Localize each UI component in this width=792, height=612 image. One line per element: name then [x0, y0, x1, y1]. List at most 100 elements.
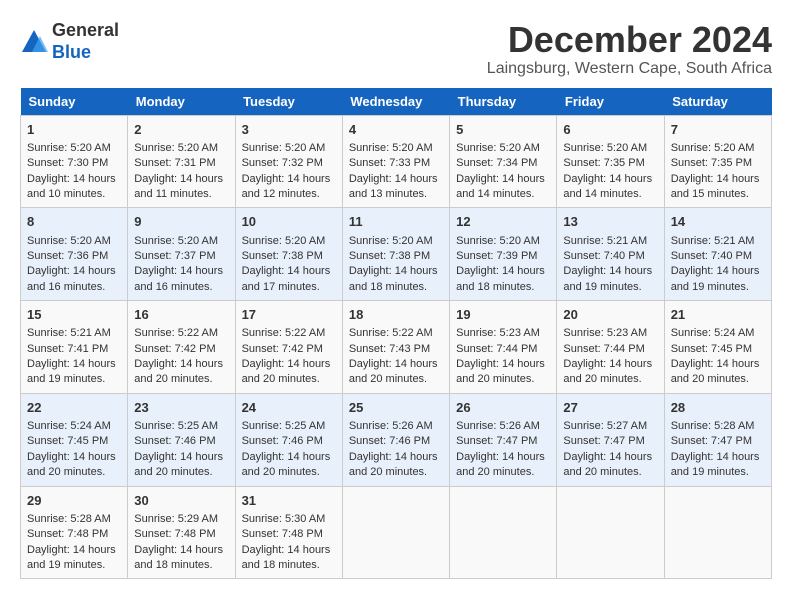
day-info: Sunrise: 5:24 AMSunset: 7:45 PMDaylight:… [671, 327, 760, 385]
day-number: 29 [27, 492, 121, 510]
day-info: Sunrise: 5:23 AMSunset: 7:44 PMDaylight:… [563, 327, 652, 385]
location-title: Laingsburg, Western Cape, South Africa [487, 60, 772, 78]
day-cell-27: 27Sunrise: 5:27 AMSunset: 7:47 PMDayligh… [557, 393, 664, 486]
day-cell-16: 16 Sunrise: 5:22 AMSunset: 7:42 PMDayligh… [128, 301, 235, 394]
day-cell-12: 12Sunrise: 5:20 AMSunset: 7:39 PMDayligh… [450, 208, 557, 301]
day-number: 20 [563, 306, 657, 324]
day-info: Sunrise: 5:21 AMSunset: 7:41 PMDaylight:… [27, 327, 116, 385]
day-number: 15 [27, 306, 121, 324]
logo-blue: Blue [52, 42, 91, 62]
day-cell-20: 20 Sunrise: 5:23 AMSunset: 7:44 PMDayligh… [557, 301, 664, 394]
day-cell-7: 7 Sunrise: 5:20 AMSunset: 7:35 PMDaylight… [664, 115, 771, 208]
week-row-4: 22Sunrise: 5:24 AMSunset: 7:45 PMDayligh… [21, 393, 772, 486]
day-info: Sunrise: 5:20 AMSunset: 7:37 PMDaylight:… [134, 235, 223, 293]
logo: General Blue [20, 20, 119, 63]
day-info: Sunrise: 5:23 AMSunset: 7:44 PMDaylight:… [456, 327, 545, 385]
day-info: Sunrise: 5:28 AMSunset: 7:48 PMDaylight:… [27, 513, 116, 571]
day-number: 16 [134, 306, 228, 324]
header: General Blue December 2024 Laingsburg, W… [20, 20, 772, 78]
day-number: 4 [349, 121, 443, 139]
day-cell-8: 8 Sunrise: 5:20 AMSunset: 7:36 PMDaylight… [21, 208, 128, 301]
day-cell-3: 3Sunrise: 5:20 AMSunset: 7:32 PMDaylight… [235, 115, 342, 208]
day-number: 11 [349, 213, 443, 231]
day-number: 25 [349, 399, 443, 417]
day-info: Sunrise: 5:20 AMSunset: 7:30 PMDaylight:… [27, 142, 116, 200]
day-number: 10 [242, 213, 336, 231]
day-number: 8 [27, 213, 121, 231]
day-info: Sunrise: 5:20 AMSunset: 7:38 PMDaylight:… [349, 235, 438, 293]
day-cell-2: 2 Sunrise: 5:20 AMSunset: 7:31 PMDaylight… [128, 115, 235, 208]
day-cell-24: 24Sunrise: 5:25 AMSunset: 7:46 PMDayligh… [235, 393, 342, 486]
day-number: 18 [349, 306, 443, 324]
day-cell-30: 30 Sunrise: 5:29 AMSunset: 7:48 PMDayligh… [128, 486, 235, 579]
logo-icon [20, 28, 48, 56]
day-cell-22: 22Sunrise: 5:24 AMSunset: 7:45 PMDayligh… [21, 393, 128, 486]
day-cell-17: 17 Sunrise: 5:22 AMSunset: 7:42 PMDayligh… [235, 301, 342, 394]
column-header-wednesday: Wednesday [342, 88, 449, 116]
column-header-tuesday: Tuesday [235, 88, 342, 116]
week-row-2: 8 Sunrise: 5:20 AMSunset: 7:36 PMDaylight… [21, 208, 772, 301]
day-number: 24 [242, 399, 336, 417]
day-number: 14 [671, 213, 765, 231]
day-info: Sunrise: 5:25 AMSunset: 7:46 PMDaylight:… [134, 420, 223, 478]
column-header-sunday: Sunday [21, 88, 128, 116]
week-row-5: 29 Sunrise: 5:28 AMSunset: 7:48 PMDayligh… [21, 486, 772, 579]
day-cell-13: 13 Sunrise: 5:21 AMSunset: 7:40 PMDayligh… [557, 208, 664, 301]
day-number: 1 [27, 121, 121, 139]
day-info: Sunrise: 5:21 AMSunset: 7:40 PMDaylight:… [671, 235, 760, 293]
day-number: 2 [134, 121, 228, 139]
empty-cell [664, 486, 771, 579]
empty-cell [557, 486, 664, 579]
column-header-thursday: Thursday [450, 88, 557, 116]
calendar-table: SundayMondayTuesdayWednesdayThursdayFrid… [20, 88, 772, 580]
day-cell-11: 11 Sunrise: 5:20 AMSunset: 7:38 PMDayligh… [342, 208, 449, 301]
day-cell-29: 29 Sunrise: 5:28 AMSunset: 7:48 PMDayligh… [21, 486, 128, 579]
day-number: 21 [671, 306, 765, 324]
day-info: Sunrise: 5:20 AMSunset: 7:34 PMDaylight:… [456, 142, 545, 200]
day-cell-15: 15 Sunrise: 5:21 AMSunset: 7:41 PMDayligh… [21, 301, 128, 394]
title-area: December 2024 Laingsburg, Western Cape, … [487, 20, 772, 78]
week-row-3: 15 Sunrise: 5:21 AMSunset: 7:41 PMDayligh… [21, 301, 772, 394]
day-info: Sunrise: 5:26 AMSunset: 7:46 PMDaylight:… [349, 420, 438, 478]
day-number: 7 [671, 121, 765, 139]
day-info: Sunrise: 5:22 AMSunset: 7:42 PMDaylight:… [242, 327, 331, 385]
day-number: 26 [456, 399, 550, 417]
day-cell-25: 25 Sunrise: 5:26 AMSunset: 7:46 PMDayligh… [342, 393, 449, 486]
day-number: 9 [134, 213, 228, 231]
logo-general: General [52, 20, 119, 40]
day-info: Sunrise: 5:21 AMSunset: 7:40 PMDaylight:… [563, 235, 652, 293]
day-cell-21: 21 Sunrise: 5:24 AMSunset: 7:45 PMDayligh… [664, 301, 771, 394]
day-info: Sunrise: 5:22 AMSunset: 7:42 PMDaylight:… [134, 327, 223, 385]
logo-text: General Blue [52, 20, 119, 63]
day-cell-10: 10 Sunrise: 5:20 AMSunset: 7:38 PMDayligh… [235, 208, 342, 301]
day-number: 23 [134, 399, 228, 417]
calendar-header-row: SundayMondayTuesdayWednesdayThursdayFrid… [21, 88, 772, 116]
day-number: 28 [671, 399, 765, 417]
day-number: 13 [563, 213, 657, 231]
empty-cell [342, 486, 449, 579]
day-number: 5 [456, 121, 550, 139]
day-cell-31: 31 Sunrise: 5:30 AMSunset: 7:48 PMDayligh… [235, 486, 342, 579]
day-info: Sunrise: 5:20 AMSunset: 7:35 PMDaylight:… [671, 142, 760, 200]
day-info: Sunrise: 5:26 AMSunset: 7:47 PMDaylight:… [456, 420, 545, 478]
day-info: Sunrise: 5:20 AMSunset: 7:35 PMDaylight:… [563, 142, 652, 200]
day-info: Sunrise: 5:30 AMSunset: 7:48 PMDaylight:… [242, 513, 331, 571]
day-info: Sunrise: 5:20 AMSunset: 7:38 PMDaylight:… [242, 235, 331, 293]
month-title: December 2024 [487, 20, 772, 60]
day-cell-6: 6Sunrise: 5:20 AMSunset: 7:35 PMDaylight… [557, 115, 664, 208]
day-info: Sunrise: 5:28 AMSunset: 7:47 PMDaylight:… [671, 420, 760, 478]
day-number: 19 [456, 306, 550, 324]
day-info: Sunrise: 5:24 AMSunset: 7:45 PMDaylight:… [27, 420, 116, 478]
day-cell-19: 19 Sunrise: 5:23 AMSunset: 7:44 PMDayligh… [450, 301, 557, 394]
day-number: 30 [134, 492, 228, 510]
day-info: Sunrise: 5:29 AMSunset: 7:48 PMDaylight:… [134, 513, 223, 571]
day-cell-1: 1 Sunrise: 5:20 AMSunset: 7:30 PMDaylight… [21, 115, 128, 208]
week-row-1: 1 Sunrise: 5:20 AMSunset: 7:30 PMDaylight… [21, 115, 772, 208]
day-info: Sunrise: 5:20 AMSunset: 7:32 PMDaylight:… [242, 142, 331, 200]
day-info: Sunrise: 5:20 AMSunset: 7:31 PMDaylight:… [134, 142, 223, 200]
day-number: 31 [242, 492, 336, 510]
day-number: 17 [242, 306, 336, 324]
column-header-monday: Monday [128, 88, 235, 116]
day-info: Sunrise: 5:20 AMSunset: 7:36 PMDaylight:… [27, 235, 116, 293]
empty-cell [450, 486, 557, 579]
